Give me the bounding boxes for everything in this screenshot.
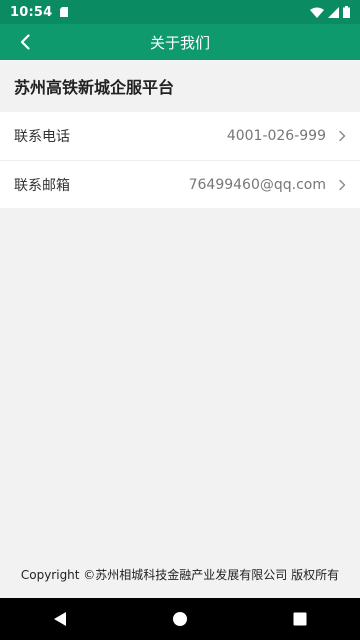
battery-icon (343, 6, 350, 18)
nav-home-button[interactable] (160, 599, 200, 639)
contact-list: 联系电话 4001-026-999 联系邮箱 76499460@qq.com (0, 112, 360, 208)
status-bar: 10:54 (0, 0, 360, 24)
contact-phone-label: 联系电话 (14, 129, 70, 145)
contact-email-row[interactable]: 联系邮箱 76499460@qq.com (0, 160, 360, 208)
back-button[interactable] (14, 32, 36, 52)
copyright-text: Copyright ©苏州相城科技金融产业发展有限公司 版权所有 (20, 568, 340, 582)
wifi-icon (310, 7, 324, 18)
sd-card-icon (60, 7, 69, 17)
chevron-right-icon (339, 179, 346, 190)
contact-email-label: 联系邮箱 (14, 177, 70, 194)
contact-phone-row[interactable]: 联系电话 4001-026-999 (0, 112, 360, 160)
chevron-left-icon (20, 34, 30, 50)
page-title: 关于我们 (149, 33, 210, 52)
status-icons (310, 6, 350, 18)
contact-phone-value: 4001-026-999 (226, 128, 326, 144)
recents-square-icon (293, 612, 307, 626)
status-time: 10:54 (10, 4, 53, 20)
home-circle-icon (173, 612, 187, 626)
back-triangle-icon (54, 612, 66, 626)
app-bar: 关于我们 (0, 24, 360, 60)
nav-back-button[interactable] (40, 599, 80, 639)
contact-email-value: 76499460@qq.com (188, 176, 326, 193)
signal-icon (328, 6, 339, 18)
platform-name: 苏州高铁新城企服平台 (14, 78, 175, 97)
chevron-right-icon (339, 130, 346, 142)
system-nav-bar (0, 598, 360, 640)
nav-recents-button[interactable] (280, 599, 320, 639)
